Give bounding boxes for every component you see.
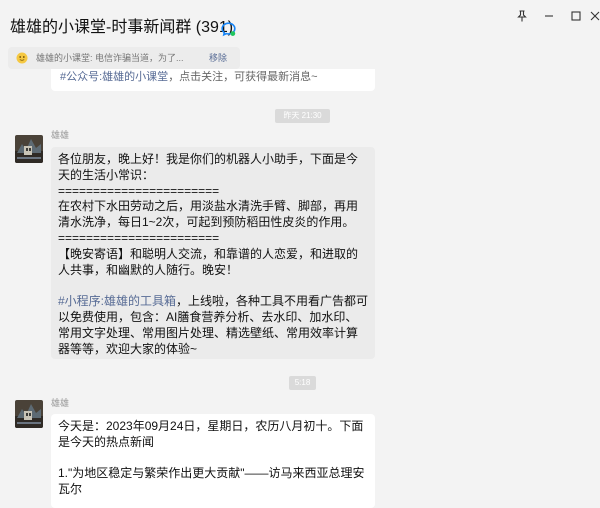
message-bubble[interactable]: 今天是：2023年09月24日，星期日，农历八月初十。下面是今天的热点新闻 1.…	[51, 414, 375, 508]
pinned-remove-link[interactable]: 移除	[209, 51, 227, 65]
message-bubble[interactable]: 各位朋友，晚上好！我是你们的机器人小助手，下面是今天的生活小常识： ======…	[51, 147, 375, 359]
maximize-icon[interactable]	[568, 8, 584, 24]
avatar-image	[15, 400, 43, 428]
sender-name: 雄雄	[51, 398, 70, 408]
avatar[interactable]	[15, 135, 43, 163]
message-list[interactable]: #公众号:雄雄的小课堂，点击关注，可获得最新消息~ 昨天 21:30 雄雄 各位…	[0, 69, 600, 508]
avatar[interactable]	[15, 400, 43, 428]
title-bar: 雄雄的小课堂-时事新闻群 (391)	[0, 0, 600, 44]
mini-program-paragraph: #小程序:雄雄的工具箱，上线啦，各种工具不用看广告都可以免费使用，包含：AI膳食…	[58, 294, 369, 357]
message-night-note: 【晚安寄语】和聪明人交流，和靠谱的人恋爱，和进取的人共事，和幽默的人随行。晚安！	[58, 246, 359, 277]
close-icon[interactable]	[588, 8, 600, 24]
chat-bubble-icon[interactable]	[220, 21, 237, 38]
message-bubble-partial[interactable]: #公众号:雄雄的小课堂，点击关注，可获得最新消息~	[51, 69, 375, 91]
mini-program-link[interactable]: #小程序:雄雄的工具箱	[58, 294, 176, 308]
news-item: 1."为地区稳定与繁荣作出更大贡献"——访马来西亚总理安瓦尔	[58, 466, 365, 497]
pinned-text: 雄雄的小课堂: 电信诈骗当道，为了...	[36, 53, 184, 63]
partial-message-text: ，点击关注，可获得最新消息~	[168, 71, 318, 83]
message-separator: =======================	[58, 230, 220, 245]
timestamp-divider: 5:18	[289, 376, 316, 390]
pinned-notice[interactable]: 雄雄的小课堂: 电信诈骗当道，为了... 移除	[8, 47, 240, 69]
chat-title: 雄雄的小课堂-时事新闻群 (391)	[10, 19, 234, 36]
message-separator: =======================	[58, 183, 220, 198]
notice-icon	[16, 52, 28, 64]
minimize-icon[interactable]	[541, 8, 557, 24]
message-tip: 在农村下水田劳动之后，用淡盐水清洗手臂、脚部，再用清水洗净，每日1~2次，可起到…	[58, 199, 359, 230]
pin-icon[interactable]	[514, 8, 530, 24]
official-account-link[interactable]: #公众号:雄雄的小课堂	[60, 71, 168, 83]
timestamp-divider: 昨天 21:30	[275, 109, 330, 123]
message-greeting: 各位朋友，晚上好！我是你们的机器人小助手，下面是今天的生活小常识：	[58, 152, 359, 182]
sender-name: 雄雄	[51, 130, 70, 140]
avatar-image	[15, 135, 43, 163]
message-date-line: 今天是：2023年09月24日，星期日，农历八月初十。下面是今天的热点新闻	[58, 419, 364, 449]
